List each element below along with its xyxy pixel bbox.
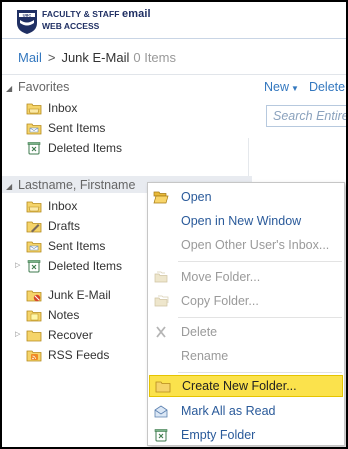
folder-item-label: Notes [48, 307, 80, 322]
menu-item-label: Rename [181, 349, 229, 363]
folder-item-label: Junk E-Mail [48, 287, 111, 302]
folder-item-label: Recover [48, 327, 93, 342]
menu-item-label: Move Folder... [181, 270, 261, 284]
menu-item-move-folder[interactable]: Move Folder... [148, 266, 344, 288]
search-box [266, 105, 346, 127]
favorites-item-label: Deleted Items [48, 140, 123, 155]
menu-item-label: Open [181, 190, 212, 204]
menu-item-label: Mark All as Read [181, 404, 276, 418]
delete-button[interactable]: Delete [309, 80, 345, 94]
sent-items-icon [26, 241, 42, 252]
menu-item-delete[interactable]: Delete [148, 321, 344, 343]
rss-feeds-icon [26, 350, 42, 361]
menu-item-open[interactable]: Open [148, 186, 344, 208]
empty-folder-trash-icon [154, 429, 168, 442]
menu-separator [178, 372, 342, 373]
mark-read-envelope-icon [154, 405, 168, 418]
expand-triangle-icon[interactable]: ▷ [15, 261, 20, 269]
deleted-items-icon [27, 141, 41, 154]
folder-item-label: RSS Feeds [48, 347, 110, 362]
chevron-down-icon: ▼ [291, 84, 299, 93]
favorites-item-label: Sent Items [48, 120, 106, 135]
folder-item-sent-items[interactable]: Sent Items [26, 236, 105, 255]
menu-item-copy-folder[interactable]: Copy Folder... [148, 290, 344, 312]
menu-item-rename[interactable]: Rename [148, 345, 344, 367]
breadcrumb-divider [2, 74, 346, 75]
folder-item-label: Inbox [48, 198, 78, 213]
toolbar: New ▼ Delete [264, 80, 345, 94]
delete-x-icon [156, 326, 166, 338]
app-header: UBC FACULTY & STAFF email WEB ACCESS [2, 2, 346, 38]
menu-item-open-in-new-window[interactable]: Open in New Window [148, 210, 344, 232]
favorites-item-sent-items[interactable]: Sent Items [26, 118, 105, 137]
folder-item-drafts[interactable]: Drafts [26, 216, 80, 235]
deleted-items-icon [27, 259, 41, 272]
pane-divider [248, 138, 249, 178]
folder-item-rss-feeds[interactable]: RSS Feeds [26, 345, 109, 364]
account-header[interactable]: ◢ Lastname, Firstname [6, 178, 135, 192]
search-input[interactable] [267, 106, 346, 126]
brand-line1: FACULTY & STAFF [42, 9, 120, 19]
breadcrumb-separator: > [47, 50, 56, 65]
breadcrumb-mail-link[interactable]: Mail [18, 50, 42, 65]
menu-item-create-new-folder[interactable]: Create New Folder... [149, 375, 343, 397]
new-label: New [264, 80, 290, 94]
drafts-icon [26, 221, 42, 232]
inbox-folder-icon [26, 201, 42, 212]
collapse-triangle-icon: ◢ [6, 84, 13, 93]
menu-item-label: Open in New Window [181, 214, 302, 228]
collapse-triangle-icon: ◢ [6, 182, 13, 191]
folder-item-junk-email[interactable]: Junk E-Mail [26, 285, 111, 304]
brand-line2: WEB ACCESS [42, 21, 100, 31]
account-title: Lastname, Firstname [18, 178, 136, 192]
favorites-item-inbox[interactable]: Inbox [26, 98, 77, 117]
menu-item-label: Empty Folder [181, 428, 256, 442]
favorites-header[interactable]: ◢ Favorites [6, 80, 69, 94]
brand-line1-email: email [122, 8, 151, 20]
folder-item-notes[interactable]: Notes [26, 305, 79, 324]
brand-title: FACULTY & STAFF email WEB ACCESS [42, 8, 151, 32]
ubc-crest-logo: UBC [17, 10, 37, 34]
open-folder-icon [153, 191, 169, 204]
menu-item-open-other-users-inbox[interactable]: Open Other User's Inbox... [148, 234, 344, 256]
header-divider [2, 38, 346, 39]
move-folder-icon [154, 271, 168, 283]
folder-icon [26, 330, 42, 341]
item-count: 0 Items [133, 50, 176, 65]
menu-separator [178, 261, 342, 262]
folder-context-menu: Open Open in New Window Open Other User'… [147, 182, 345, 446]
favorites-title: Favorites [18, 80, 70, 94]
menu-item-label: Copy Folder... [181, 294, 259, 308]
folder-item-recover[interactable]: Recover [26, 325, 93, 344]
menu-item-mark-all-as-read[interactable]: Mark All as Read [148, 400, 344, 422]
notes-icon [26, 310, 42, 321]
copy-folder-icon [154, 295, 169, 307]
folder-item-inbox[interactable]: Inbox [26, 196, 77, 215]
owa-window: UBC FACULTY & STAFF email WEB ACCESS Mai… [2, 2, 346, 447]
new-button[interactable]: New ▼ [264, 80, 299, 94]
favorites-item-deleted-items[interactable]: Deleted Items [26, 138, 122, 157]
logo-text: UBC [23, 13, 32, 18]
folder-item-label: Deleted Items [48, 258, 123, 273]
folder-item-deleted-items[interactable]: Deleted Items [26, 256, 122, 275]
menu-item-label: Open Other User's Inbox... [181, 238, 330, 252]
folder-item-label: Drafts [48, 218, 81, 233]
expand-triangle-icon[interactable]: ▷ [15, 330, 20, 338]
inbox-folder-icon [26, 103, 42, 114]
breadcrumb: Mail > Junk E-Mail 0 Items [18, 50, 176, 65]
breadcrumb-current-folder: Junk E-Mail [61, 50, 130, 65]
menu-item-label: Delete [181, 325, 218, 339]
menu-separator [178, 317, 342, 318]
junk-mail-icon [26, 290, 42, 301]
folder-item-label: Sent Items [48, 238, 106, 253]
new-folder-icon [155, 381, 171, 393]
sent-items-icon [26, 123, 42, 134]
menu-item-label: Create New Folder... [182, 379, 297, 393]
menu-item-empty-folder[interactable]: Empty Folder [148, 424, 344, 446]
favorites-item-label: Inbox [48, 100, 78, 115]
